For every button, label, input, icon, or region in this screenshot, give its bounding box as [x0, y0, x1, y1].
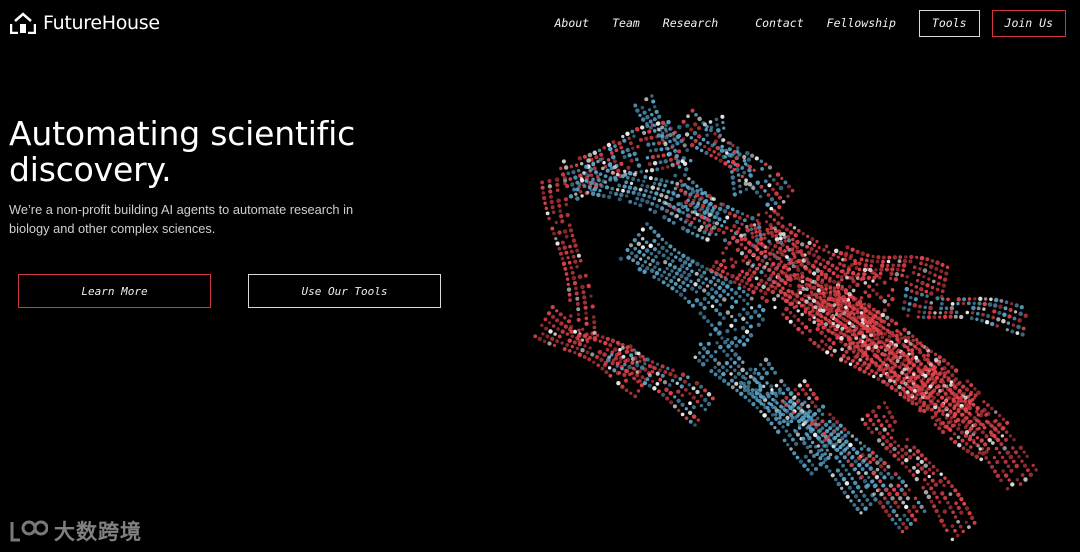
- nav-contact[interactable]: Contact: [755, 16, 803, 30]
- nav-about[interactable]: About: [554, 16, 589, 30]
- main-nav: About Team Research Contact Fellowship T…: [554, 0, 1066, 46]
- futurehouse-logo-icon: [10, 12, 36, 34]
- learn-more-button[interactable]: Learn More: [18, 274, 211, 308]
- nav-fellowship[interactable]: Fellowship: [827, 16, 896, 30]
- nav-research[interactable]: Research: [663, 16, 718, 30]
- hero-title: Automating scientific discovery.: [9, 114, 356, 189]
- watermark-logo-icon: [10, 520, 48, 542]
- brand-name: FutureHouse: [43, 12, 160, 34]
- join-us-button[interactable]: Join Us: [991, 9, 1066, 37]
- nav-team[interactable]: Team: [612, 16, 640, 30]
- protein-structure-visualization: [533, 94, 1038, 542]
- watermark-text: 大数跨境: [54, 521, 142, 544]
- brand-logo[interactable]: FutureHouse: [10, 12, 160, 34]
- hero-subtitle: We’re a non-profit building AI agents to…: [9, 202, 354, 236]
- nav-tools-button[interactable]: Tools: [918, 9, 980, 37]
- use-our-tools-button[interactable]: Use Our Tools: [248, 274, 441, 308]
- watermark: 大数跨境: [8, 516, 142, 546]
